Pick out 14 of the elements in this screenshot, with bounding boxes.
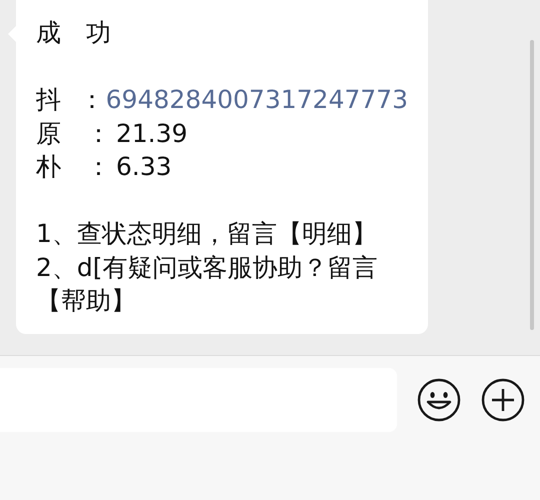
field-label: 原: [36, 118, 62, 150]
instruction-text: 1、查状态明细，留言【明细】: [36, 218, 378, 250]
field-link[interactable]: 6948284007317247773: [106, 83, 408, 116]
field-separator: ：: [86, 118, 112, 150]
field-separator: ：: [80, 84, 106, 116]
field-label: 抖: [36, 84, 62, 116]
field-label: 朴: [36, 151, 62, 183]
message-title: 成 功: [36, 17, 112, 49]
field-value: 21.39: [116, 118, 188, 150]
plus-icon[interactable]: [481, 378, 525, 422]
instruction-text: 2、d[有疑问或客服协助？留言【帮助】: [36, 252, 379, 317]
field-separator: ：: [86, 151, 112, 183]
emoji-icon[interactable]: [417, 378, 461, 422]
field-value: 6.33: [116, 151, 172, 183]
